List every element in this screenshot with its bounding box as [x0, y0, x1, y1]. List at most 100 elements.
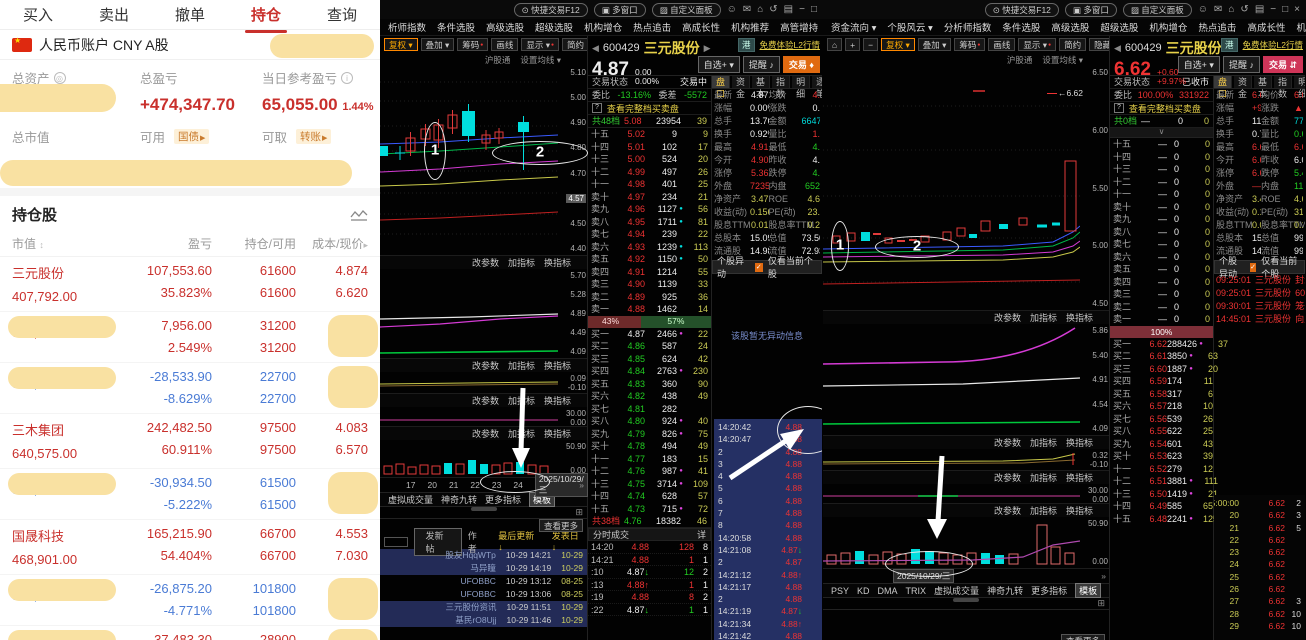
menu-item[interactable]: 高成长性 — [1247, 20, 1285, 34]
toolbar-button[interactable]: − — [863, 38, 879, 51]
indicator-action[interactable]: 加指标 — [508, 394, 535, 407]
close-icon[interactable]: × — [1294, 4, 1300, 15]
splitter[interactable]: ⊞ — [380, 507, 587, 519]
quote-tab[interactable]: 盘口 — [1214, 76, 1233, 99]
buy-level-row[interactable]: 买九 6.54 601 43 — [1110, 438, 1213, 451]
holding-row[interactable]: 国晟科技 468,901.00 165,215.90 54.404% 66700 66… — [0, 520, 380, 575]
tick-trades-bar[interactable]: 分时成交详 — [588, 528, 711, 541]
menu-item[interactable]: 机构增仓 — [584, 20, 622, 34]
buy-level-row[interactable]: 十二 6.51 3881 ● 111 — [1110, 475, 1218, 488]
indicator-pane-macd[interactable]: 0.09 -0.10 — [380, 372, 587, 394]
holding-row[interactable]: 三木集团 640,575.00 242,482.50 60.911% 97500 97… — [0, 414, 380, 469]
indicator-action[interactable]: 加指标 — [508, 256, 535, 269]
indicator-action[interactable]: 换指标 — [1066, 504, 1093, 517]
holding-row[interactable]: 561,495.00 -30,934.50-5.222% 6150061500 — [0, 469, 380, 520]
sell-level-row[interactable]: 卖三 4.90 1139 33 — [588, 278, 711, 291]
sell-level-row[interactable]: 卖七 —0 0 — [1110, 238, 1213, 251]
indicator-pane-ma[interactable]: 5.70 5.28 4.89 4.49 4.09 — [380, 269, 587, 359]
quote-tab[interactable]: 基本 — [752, 76, 771, 99]
indicator-tab[interactable]: TRIX — [906, 586, 927, 596]
forum-author[interactable]: UFOBBC — [460, 588, 495, 601]
menu-item[interactable]: 机构推荐 — [1296, 20, 1306, 34]
quote-tab[interactable]: 盘口 — [712, 76, 731, 99]
sell-level-row[interactable]: 十二 —0 0 — [1110, 176, 1213, 189]
help-icon[interactable]: ? — [1114, 103, 1124, 113]
skin-icon[interactable]: ▤ — [1255, 4, 1264, 15]
sell-level-row[interactable]: 卖五 —0 0 — [1110, 263, 1213, 276]
holding-row[interactable]: 302,137.00 -28,533.90-8.629% 2270022700 — [0, 363, 380, 414]
buy-level-row[interactable]: 十一 6.52 279 12 — [1110, 463, 1213, 476]
buy-level-row[interactable]: 十二 4.76 987 ● 41 — [588, 465, 711, 478]
toolbar-button[interactable]: + — [845, 38, 861, 51]
quote-tab[interactable]: 资金 — [1234, 76, 1253, 99]
alert-row[interactable]: 09:25:01三元股份60日新高 — [1214, 287, 1305, 300]
indicator-action[interactable]: 改参数 — [994, 504, 1021, 517]
holding-row[interactable]: 536,486.00 -26,875.20-4.771% 10180010180… — [0, 575, 380, 626]
holdings-header[interactable]: 市值 ↕ 盈亏 持仓/可用 成本/现价▸ — [0, 231, 380, 257]
indicator-tab[interactable]: 神奇九转 — [987, 584, 1023, 597]
menu-item[interactable]: 条件选股 — [437, 20, 475, 34]
kline-chart[interactable] — [823, 66, 1080, 311]
indicator-action[interactable]: 换指标 — [1066, 471, 1093, 484]
sell-level-row[interactable]: 卖九 4.96 1127 ● 56 — [588, 203, 711, 216]
toolbar-button[interactable]: 画线 — [988, 38, 1016, 51]
toolbar-button[interactable]: 筹码 — [457, 38, 489, 51]
sell-level-row[interactable]: 卖六 4.93 1239 ● 113 — [588, 241, 711, 254]
menu-item[interactable]: 超级选股 — [1100, 20, 1138, 34]
forum-row[interactable]: 基民rO8Ujj 10-29 11:46 10-29 — [380, 614, 587, 627]
buy-level-row[interactable]: 十一 4.77 183 15 — [588, 453, 711, 466]
forum-row[interactable]: UFOBBC 10-29 13:06 08-25 — [380, 588, 587, 601]
indicator-action[interactable]: 换指标 — [544, 256, 571, 269]
buy-level-row[interactable]: 买六 4.82 438 49 — [588, 390, 711, 403]
buy-level-row[interactable]: 买五 4.83 360 90 — [588, 378, 711, 391]
checkbox-checked-icon[interactable]: ✓ — [1249, 262, 1257, 272]
indicator-action[interactable]: 改参数 — [994, 436, 1021, 449]
indicator-action[interactable]: 换指标 — [544, 359, 571, 372]
sell-level-row[interactable]: 十四 —0 0 — [1110, 151, 1213, 164]
buy-level-row[interactable]: 买一 6.62 288426 ● 37 — [1110, 338, 1228, 351]
menu-item[interactable]: 资金流向 ▾ — [831, 20, 876, 34]
view-more-button[interactable]: 查看更多 — [1060, 634, 1105, 640]
menu-item[interactable]: 条件选股 — [1002, 20, 1040, 34]
l2-trial-link[interactable]: 免费体验L2行情 — [760, 39, 820, 51]
sell-level-row[interactable]: 卖十 4.97 234 21 — [588, 191, 711, 204]
kline-pane[interactable]: ←6.62 6.50 6.00 5.50 5.00 4.50 — [823, 66, 1109, 311]
minimize-icon[interactable]: − — [1270, 4, 1276, 15]
buy-level-row[interactable]: 买九 4.79 826 ● 75 — [588, 428, 711, 441]
toolbar-button[interactable]: 隐藏 » — [1089, 38, 1109, 51]
custom-panel-button[interactable]: ▨ 自定义面板 — [1122, 2, 1192, 17]
sell-level-row[interactable]: 十三 —0 0 — [1110, 163, 1213, 176]
add-watchlist-button[interactable]: 自选+ ▾ — [1177, 56, 1220, 73]
stock-alerts-bar[interactable]: 个股异动 ✓ 仅看当前个股 — [1214, 256, 1305, 279]
grid-icon[interactable]: ⊞ — [575, 507, 583, 518]
mail-icon[interactable]: ✉ — [743, 4, 751, 15]
sell-level-row[interactable]: 十五 —0 0 — [1110, 138, 1213, 151]
indicator-action[interactable]: 加指标 — [508, 359, 535, 372]
volume-pane[interactable]: 50.90 0.00 — [823, 517, 1109, 569]
sell-level-row[interactable]: 卖十 —0 0 — [1110, 201, 1213, 214]
toolbar-button[interactable]: 叠加 ▾ — [917, 38, 952, 51]
indicator-tab[interactable]: PSY — [831, 586, 849, 596]
custom-panel-button[interactable]: ▨ 自定义面板 — [651, 2, 721, 17]
trade-tab[interactable]: 持仓 — [244, 0, 288, 33]
toolbar-button[interactable]: ⌂ — [827, 38, 843, 51]
trade-tab[interactable]: 卖出 — [97, 0, 131, 29]
collapse-chevron-icon[interactable]: ∨ — [1110, 128, 1213, 138]
buy-level-row[interactable]: 买二 4.86 587 24 — [588, 340, 711, 353]
trade-button[interactable]: 交易 ⇵ — [1262, 56, 1303, 73]
buy-level-row[interactable]: 十三 4.75 3714 ● 109 — [588, 478, 711, 491]
sell-level-row[interactable]: 卖七 4.94 239 22 — [588, 228, 711, 241]
menu-item[interactable]: 机构推荐 — [731, 20, 769, 34]
toolbar-button[interactable]: 叠加 ▾ — [420, 38, 455, 51]
next-page-chevron[interactable]: » — [579, 480, 584, 490]
help-icon[interactable]: ? — [592, 103, 602, 113]
quote-tab[interactable]: 明细 — [1294, 76, 1305, 99]
sell-level-row[interactable]: 卖三 —0 0 — [1110, 288, 1213, 301]
multi-window-button[interactable]: ▣ 多窗口 — [593, 2, 646, 17]
menu-item[interactable]: 高级选股 — [1051, 20, 1089, 34]
full-book-link[interactable]: ? 查看完整档买卖盘 — [1110, 102, 1213, 115]
sell-level-row[interactable]: 卖八 —0 0 — [1110, 226, 1213, 239]
next-page-chevron[interactable]: » — [1101, 571, 1106, 581]
forum-author[interactable]: 马异瞳 — [470, 562, 496, 575]
minimize-icon[interactable]: − — [799, 4, 805, 15]
